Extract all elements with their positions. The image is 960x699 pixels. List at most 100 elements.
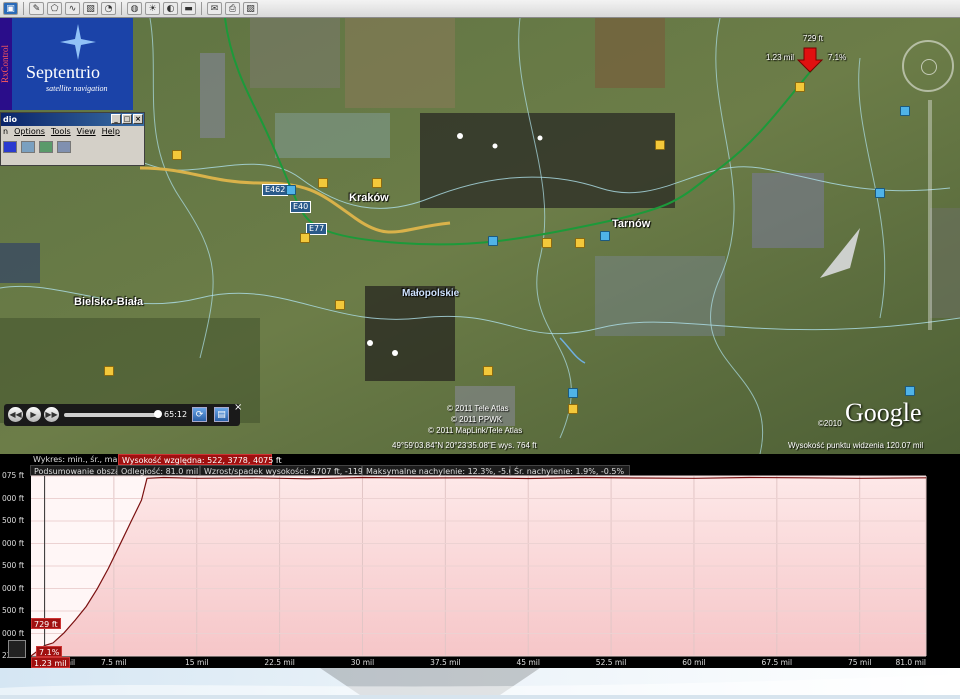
polygon-icon[interactable]: ⬠	[47, 2, 62, 15]
poi-icon[interactable]	[542, 238, 552, 248]
sun-icon[interactable]: ☀	[145, 2, 160, 15]
rxcontrol-window[interactable]: dio _ □ × n Options Tools View Help	[0, 112, 145, 166]
window-menu-bar: n Options Tools View Help	[1, 126, 144, 138]
city-label-krakow: Kraków	[349, 192, 389, 204]
navigation-compass[interactable]	[902, 40, 954, 92]
poi-icon[interactable]	[795, 82, 805, 92]
x-tick-label: 75 mil	[848, 658, 871, 667]
poi-icon[interactable]	[875, 188, 885, 198]
poi-icon[interactable]	[488, 236, 498, 246]
seek-handle[interactable]	[154, 410, 162, 418]
ruler-icon[interactable]: ▬	[181, 2, 196, 15]
window-title-bar[interactable]: dio _ □ ×	[1, 113, 144, 126]
map-credit-3: © 2011 MapLink/Tele Atlas	[428, 426, 523, 435]
septentrio-logo: RxControl Septentrio satellite navigatio…	[0, 18, 133, 110]
menu-item-file[interactable]: n	[3, 126, 8, 138]
menu-item-view[interactable]: View	[77, 126, 96, 138]
status-eye-altitude: Wysokość punktu widzenia 120.07 mil	[788, 441, 924, 450]
poi-icon[interactable]	[905, 386, 915, 396]
poi-icon[interactable]	[104, 366, 114, 376]
close-player-icon[interactable]: ×	[234, 402, 242, 413]
x-tick-label: 15 mil	[185, 658, 208, 667]
y-tick-label: 000 ft	[2, 628, 25, 638]
poi-icon[interactable]	[568, 404, 578, 414]
path-icon[interactable]: ∿	[65, 2, 80, 15]
tour-seek-bar[interactable]	[64, 410, 162, 418]
connect-icon[interactable]	[3, 141, 17, 153]
road-sign-e40: E40	[290, 201, 312, 213]
overlay-icon[interactable]: ▧	[83, 2, 98, 15]
record-icon[interactable]	[57, 141, 71, 153]
save-tour-button[interactable]: ▤	[214, 407, 229, 422]
elevation-profile-panel: Wykres: min., śr., maks.: Wysokość wzglę…	[0, 454, 960, 668]
look-joystick-icon[interactable]	[921, 59, 937, 75]
google-logo: Google	[845, 398, 922, 427]
play-button[interactable]: ▶	[26, 407, 41, 422]
y-tick-label: 500 ft	[2, 606, 25, 615]
earth-icon[interactable]: ◍	[127, 2, 142, 15]
graph-resize-handle[interactable]	[8, 640, 26, 658]
poi-icon[interactable]	[372, 178, 382, 188]
elevation-chart[interactable]: 1.23 mil 7.5 mil 15 mil 22.5 mil 30 mil 37.5 …	[0, 454, 960, 668]
logo-tagline: satellite navigation	[46, 84, 108, 93]
log-icon[interactable]	[39, 141, 53, 153]
repeat-button[interactable]: ⟳	[192, 407, 207, 422]
marker-slope-label: 7.1%	[828, 53, 847, 62]
monitor-icon[interactable]	[21, 141, 35, 153]
slide-footer	[0, 668, 960, 695]
menu-item-tools[interactable]: Tools	[51, 126, 71, 138]
map-credit-1: © 2011 Tele Atlas	[447, 404, 509, 413]
zoom-slider[interactable]	[928, 100, 932, 330]
rewind-button[interactable]: ◀◀	[8, 407, 23, 422]
poi-icon[interactable]	[655, 140, 665, 150]
y-tick-label: 500 ft	[2, 561, 25, 570]
poi-icon[interactable]	[600, 231, 610, 241]
menu-item-help[interactable]: Help	[102, 126, 120, 138]
map-view[interactable]: Kraków Tarnów Bielsko-Biała Małopolskie …	[0, 18, 960, 454]
y-tick-label: 000 ft	[2, 583, 25, 593]
x-tick-label: 60 mil	[682, 658, 705, 667]
logo-name: Septentrio	[26, 62, 100, 82]
city-label-bielsko-biala: Bielsko-Biała	[74, 296, 144, 308]
map-credit-2: © 2011 PPWK	[451, 415, 503, 424]
planet-icon[interactable]: ◐	[163, 2, 178, 15]
footer-swoosh	[0, 668, 960, 695]
poi-icon[interactable]	[335, 300, 345, 310]
close-button[interactable]: ×	[133, 114, 143, 124]
minimize-button[interactable]: _	[111, 114, 121, 124]
cursor-slope-label: 7.1%	[36, 646, 63, 657]
x-tick-label: 81.0 mil	[895, 658, 926, 667]
x-tick-label: 45 mil	[517, 658, 540, 667]
rxcontrol-vertical-label: RxControl	[0, 18, 12, 110]
tour-icon[interactable]: ◔	[101, 2, 116, 15]
image-icon[interactable]: ▨	[243, 2, 258, 15]
airport-icon[interactable]	[286, 185, 296, 195]
sidebar-icon[interactable]: ▣	[3, 2, 18, 15]
map-imagery	[0, 18, 960, 454]
x-tick-label: 37.5 mil	[430, 658, 461, 667]
toolbar-separator	[121, 2, 122, 15]
poi-icon[interactable]	[300, 233, 310, 243]
poi-icon[interactable]	[172, 150, 182, 160]
status-coordinates: 49°59'03.84"N 20°23'35.08"E wys. 764 ft	[392, 441, 537, 450]
placemark-icon[interactable]: ✎	[29, 2, 44, 15]
poi-icon[interactable]	[575, 238, 585, 248]
y-tick-label: 000 ft	[2, 538, 25, 548]
print-icon[interactable]: ⎙	[225, 2, 240, 15]
map-copyright-year: ©2010	[818, 419, 842, 428]
menu-item-options[interactable]: Options	[14, 126, 45, 138]
x-tick-label: 22.5 mil	[264, 658, 295, 667]
poi-icon[interactable]	[900, 106, 910, 116]
poi-icon[interactable]	[483, 366, 493, 376]
road-sign-e462: E462	[262, 184, 289, 196]
poi-icon[interactable]	[318, 178, 328, 188]
marker-height-label: 729 ft	[803, 34, 824, 43]
maximize-button[interactable]: □	[122, 114, 132, 124]
google-earth-toolbar: ▣ ✎ ⬠ ∿ ▧ ◔ ◍ ☀ ◐ ▬ ✉ ⎙ ▨	[0, 0, 960, 18]
forward-button[interactable]: ▶▶	[44, 407, 59, 422]
tour-time: 65:12	[164, 410, 188, 419]
poi-icon[interactable]	[568, 388, 578, 398]
city-label-tarnow: Tarnów	[612, 218, 651, 230]
tour-player: ◀◀ ▶ ▶▶ 65:12 ⟳ ▤ ×	[4, 402, 242, 426]
email-icon[interactable]: ✉	[207, 2, 222, 15]
